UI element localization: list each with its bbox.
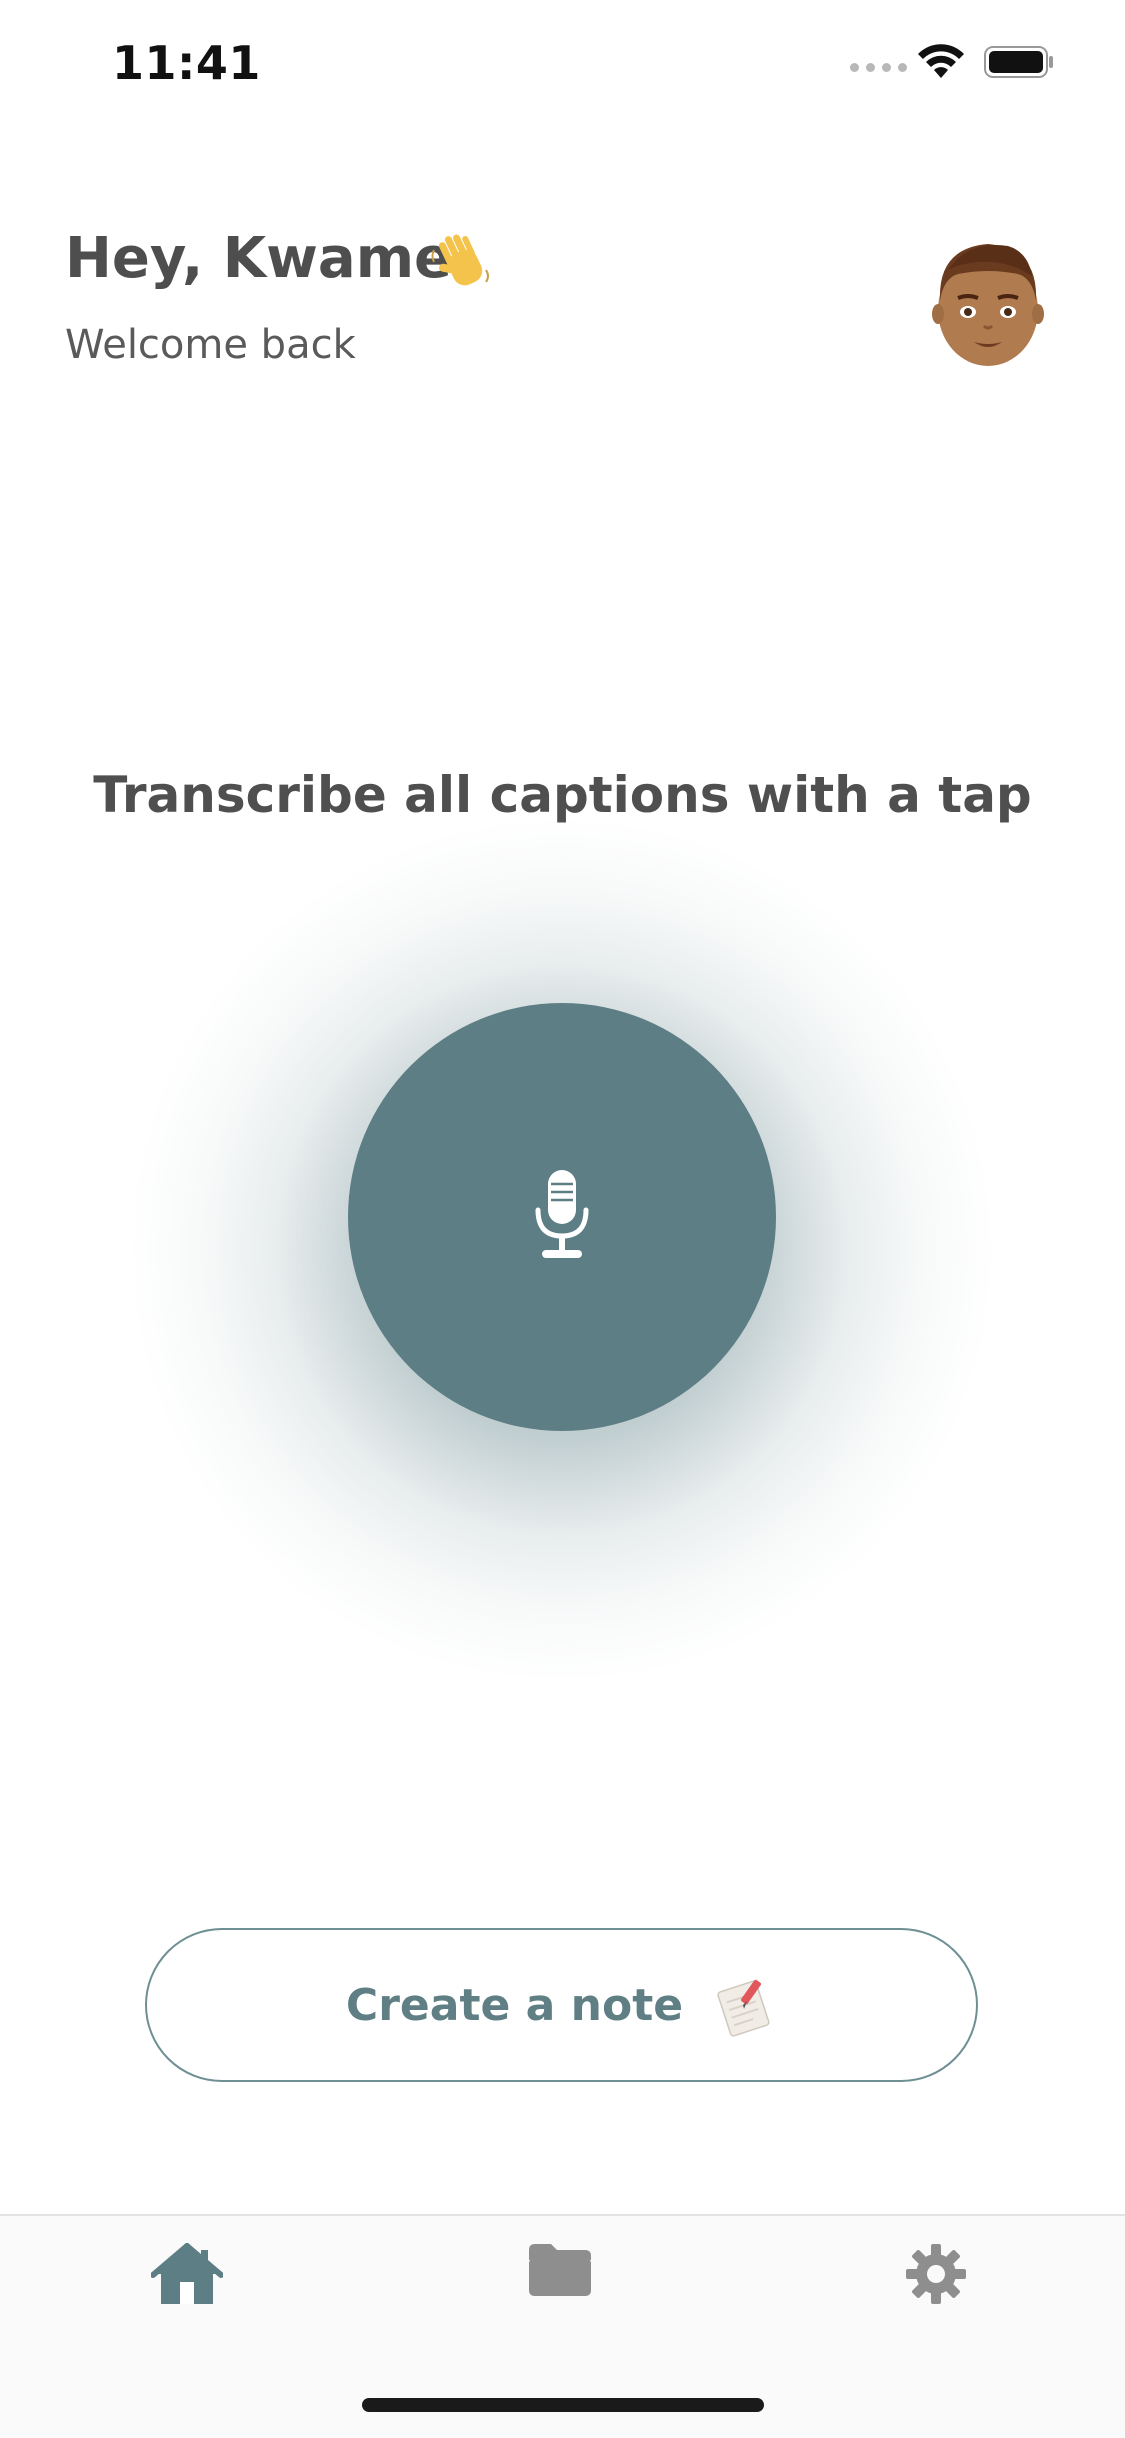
signal-dots-icon [850, 63, 907, 72]
folder-icon [529, 2244, 591, 2296]
waving-hand-icon [431, 234, 489, 286]
microphone-icon[interactable] [534, 1170, 590, 1262]
tab-home[interactable] [127, 2242, 247, 2332]
tab-settings[interactable] [876, 2242, 996, 2332]
gear-icon [906, 2244, 966, 2304]
welcome-subtitle: Welcome back [65, 322, 356, 368]
avatar[interactable] [928, 230, 1048, 370]
memo-pencil-icon [717, 1979, 770, 2037]
home-indicator [362, 2398, 764, 2412]
create-note-label: Create a note [345, 1979, 684, 2031]
home-icon [151, 2243, 223, 2304]
tab-files[interactable] [500, 2242, 620, 2332]
greeting-title: Hey, Kwame [65, 226, 453, 291]
battery-icon [984, 46, 1053, 78]
create-note-button[interactable]: Create a note [145, 1928, 978, 2082]
status-bar: 11:41 [0, 0, 1125, 130]
wifi-icon [918, 44, 964, 78]
status-time: 11:41 [112, 36, 261, 90]
